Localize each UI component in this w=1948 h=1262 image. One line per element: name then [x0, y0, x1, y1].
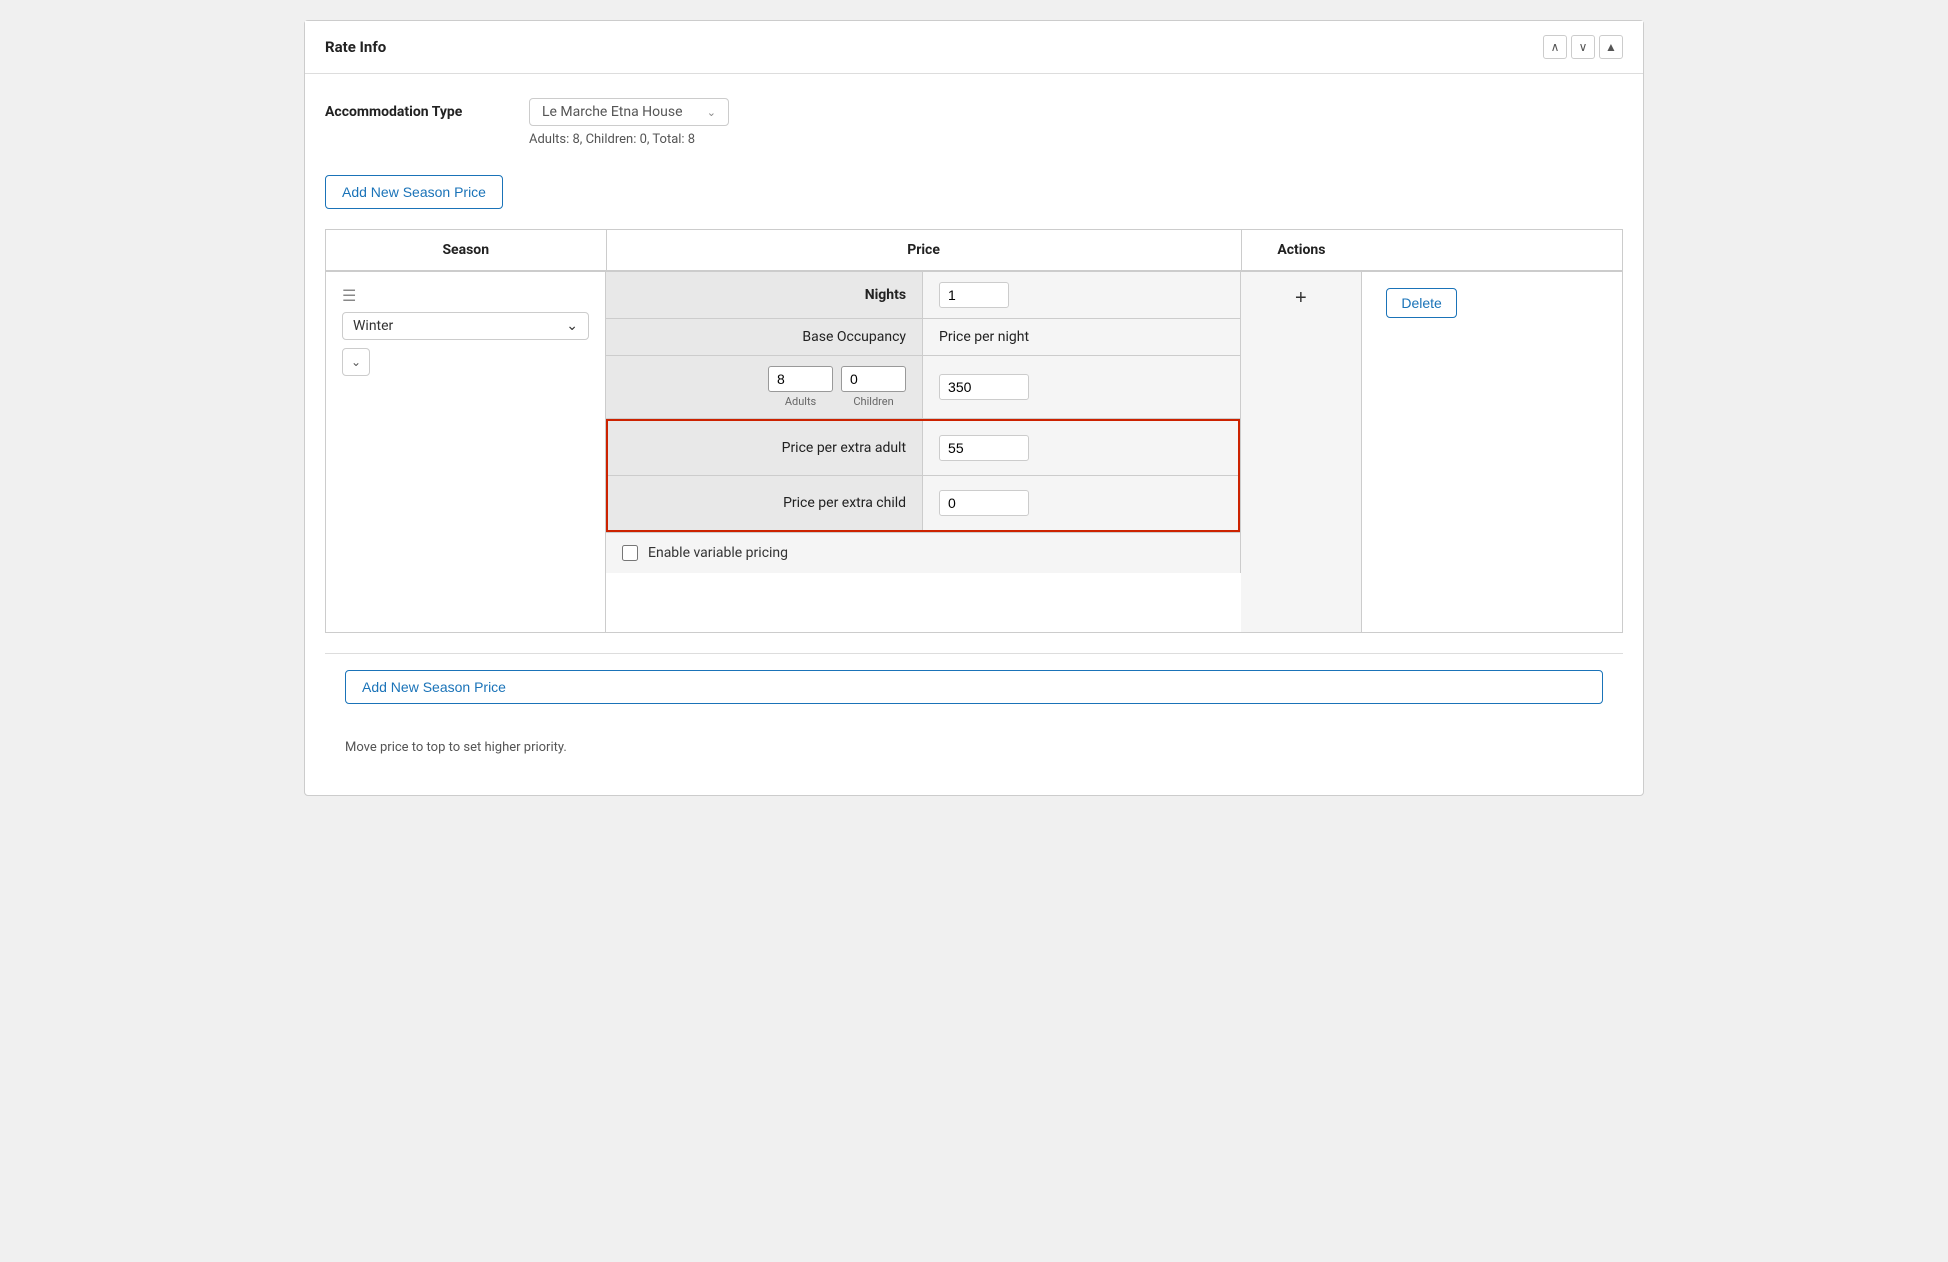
season-expand-button[interactable]: ⌄ [342, 348, 370, 376]
price-per-night-label: Price per night [939, 329, 1029, 345]
bottom-area: Add New Season Price Move price to top t… [325, 653, 1623, 771]
footer-note: Move price to top to set higher priority… [345, 740, 1603, 755]
rate-info-panel: Rate Info ∧ ∨ ▲ Accommodation Type Le Ma… [304, 20, 1644, 796]
children-input[interactable] [841, 366, 906, 392]
variable-pricing-label: Enable variable pricing [648, 545, 788, 561]
extra-adult-input[interactable] [939, 435, 1029, 461]
season-cell-td: ☰ Winter ⌄ ⌄ [326, 271, 607, 633]
price-per-night-input[interactable] [939, 374, 1029, 400]
add-column-button[interactable]: + [1295, 288, 1307, 308]
chevron-down-icon: ⌄ [566, 318, 578, 334]
season-dropdown-value: Winter [353, 318, 393, 334]
price-cell-td: Nights Base Occupancy [606, 271, 1241, 633]
nights-value-cell [923, 272, 1240, 318]
extra-child-input[interactable] [939, 490, 1029, 516]
accommodation-type-label: Accommodation Type [325, 98, 505, 120]
variable-pricing-checkbox[interactable] [622, 545, 638, 561]
extra-pricing-section: Price per extra adult Price per [606, 419, 1240, 532]
price-cell: Nights Base Occupancy [606, 272, 1241, 573]
extra-adult-label-cell: Price per extra adult [608, 421, 923, 475]
base-occupancy-inputs-right [923, 356, 1240, 418]
season-cell: ☰ Winter ⌄ ⌄ [326, 272, 606, 632]
extra-child-label-cell: Price per extra child [608, 476, 923, 530]
base-occupancy-inputs-row: Adults Children [606, 356, 1240, 419]
col-header-actions: Actions [1241, 230, 1361, 272]
variable-pricing-row: Enable variable pricing [606, 532, 1240, 573]
panel-title: Rate Info [325, 38, 386, 56]
panel-down-button[interactable]: ∨ [1571, 35, 1595, 59]
nights-input[interactable] [939, 282, 1009, 308]
accommodation-meta: Adults: 8, Children: 0, Total: 8 [529, 132, 729, 147]
panel-collapse-button[interactable]: ▲ [1599, 35, 1623, 59]
panel-header: Rate Info ∧ ∨ ▲ [305, 21, 1643, 74]
actions-cell-td: Delete [1361, 271, 1622, 633]
panel-up-button[interactable]: ∧ [1543, 35, 1567, 59]
panel-body: Accommodation Type Le Marche Etna House … [305, 74, 1643, 795]
col-header-price: Price [606, 230, 1241, 272]
base-occupancy-label: Base Occupancy [606, 319, 923, 355]
accommodation-type-dropdown[interactable]: Le Marche Etna House ⌄ [529, 98, 729, 126]
add-season-price-button-top[interactable]: Add New Season Price [325, 175, 503, 209]
accommodation-details: Le Marche Etna House ⌄ Adults: 8, Childr… [529, 98, 729, 147]
base-occupancy-header-row: Base Occupancy Price per night [606, 319, 1240, 356]
actions-cell: Delete [1362, 272, 1482, 334]
extra-child-row: Price per extra child [608, 476, 1238, 530]
accommodation-dropdown-value: Le Marche Etna House [542, 104, 683, 120]
children-input-group: Children [841, 366, 906, 408]
adults-input-group: Adults [768, 366, 833, 408]
adults-label: Adults [785, 395, 816, 408]
adults-input[interactable] [768, 366, 833, 392]
extra-adult-row: Price per extra adult [608, 421, 1238, 476]
chevron-down-icon: ⌄ [707, 106, 716, 119]
col-header-season: Season [326, 230, 607, 272]
children-label: Children [853, 395, 893, 408]
plus-cell-td: + [1241, 271, 1361, 633]
season-dropdown[interactable]: Winter ⌄ [342, 312, 589, 340]
seasons-table: Season Price Actions ☰ Winter ⌄ ⌄ [325, 229, 1623, 633]
nights-label: Nights [606, 272, 923, 318]
add-season-price-button-bottom[interactable]: Add New Season Price [345, 670, 1603, 704]
price-per-night-label-cell: Price per night [923, 319, 1240, 355]
extra-adult-value-cell [923, 421, 1238, 475]
panel-header-controls: ∧ ∨ ▲ [1543, 35, 1623, 59]
extra-child-value-cell [923, 476, 1238, 530]
drag-handle-icon[interactable]: ☰ [342, 288, 589, 304]
nights-row: Nights [606, 272, 1240, 319]
delete-button[interactable]: Delete [1386, 288, 1456, 318]
table-row: ☰ Winter ⌄ ⌄ [326, 271, 1623, 633]
accommodation-type-row: Accommodation Type Le Marche Etna House … [325, 98, 1623, 147]
base-occupancy-inputs-left: Adults Children [606, 356, 923, 418]
